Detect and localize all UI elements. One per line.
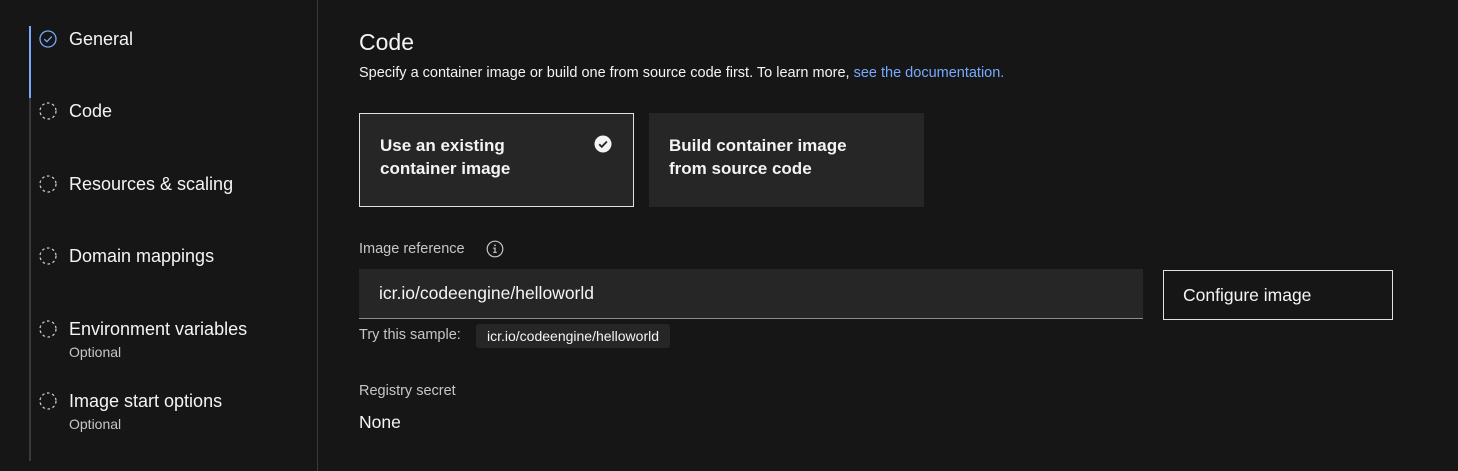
step-label: General — [69, 29, 134, 49]
code-section: Code Specify a container image or build … — [359, 0, 1439, 471]
progress-indicator: General Code Resources & scaling Domain … — [0, 0, 318, 471]
description-text: Specify a container image or build one f… — [359, 65, 854, 81]
step-label: Resources & scaling — [69, 174, 234, 194]
dashed-circle-icon — [38, 319, 58, 339]
step-label: Image start options — [69, 391, 223, 411]
dashed-circle-icon — [38, 391, 58, 411]
dashed-circle-icon — [38, 174, 58, 194]
sample-label: Try this sample: — [359, 327, 461, 343]
dashed-circle-icon — [38, 101, 58, 121]
tile-label: Use an existing container image — [380, 136, 511, 178]
image-reference-input[interactable] — [359, 269, 1143, 319]
progress-rail-active — [29, 26, 31, 98]
section-description: Specify a container image or build one f… — [359, 64, 1004, 82]
sample-image-tag[interactable]: icr.io/codeengine/helloworld — [476, 324, 670, 348]
section-title: Code — [359, 29, 414, 55]
tile-label: Build container image from source code — [669, 136, 847, 178]
step-optional-label: Optional — [69, 344, 122, 360]
step-label: Environment variables — [69, 319, 248, 339]
documentation-link[interactable]: see the documentation. — [854, 65, 1005, 81]
dashed-circle-icon — [38, 246, 58, 266]
checkmark-filled-icon — [594, 135, 612, 153]
check-circle-icon — [38, 29, 58, 49]
step-optional-label: Optional — [69, 416, 122, 432]
information-icon[interactable] — [486, 240, 504, 258]
step-label: Domain mappings — [69, 246, 215, 266]
registry-secret-value: None — [359, 412, 401, 432]
tile-build-from-source[interactable]: Build container image from source code — [649, 113, 924, 207]
tile-use-existing-image[interactable]: Use an existing container image — [359, 113, 634, 207]
page-root: General Code Resources & scaling Domain … — [0, 0, 1458, 471]
configure-image-button[interactable]: Configure image — [1163, 270, 1393, 320]
step-label: Code — [69, 101, 113, 121]
image-reference-label: Image reference — [359, 241, 465, 257]
registry-secret-label: Registry secret — [359, 383, 456, 399]
